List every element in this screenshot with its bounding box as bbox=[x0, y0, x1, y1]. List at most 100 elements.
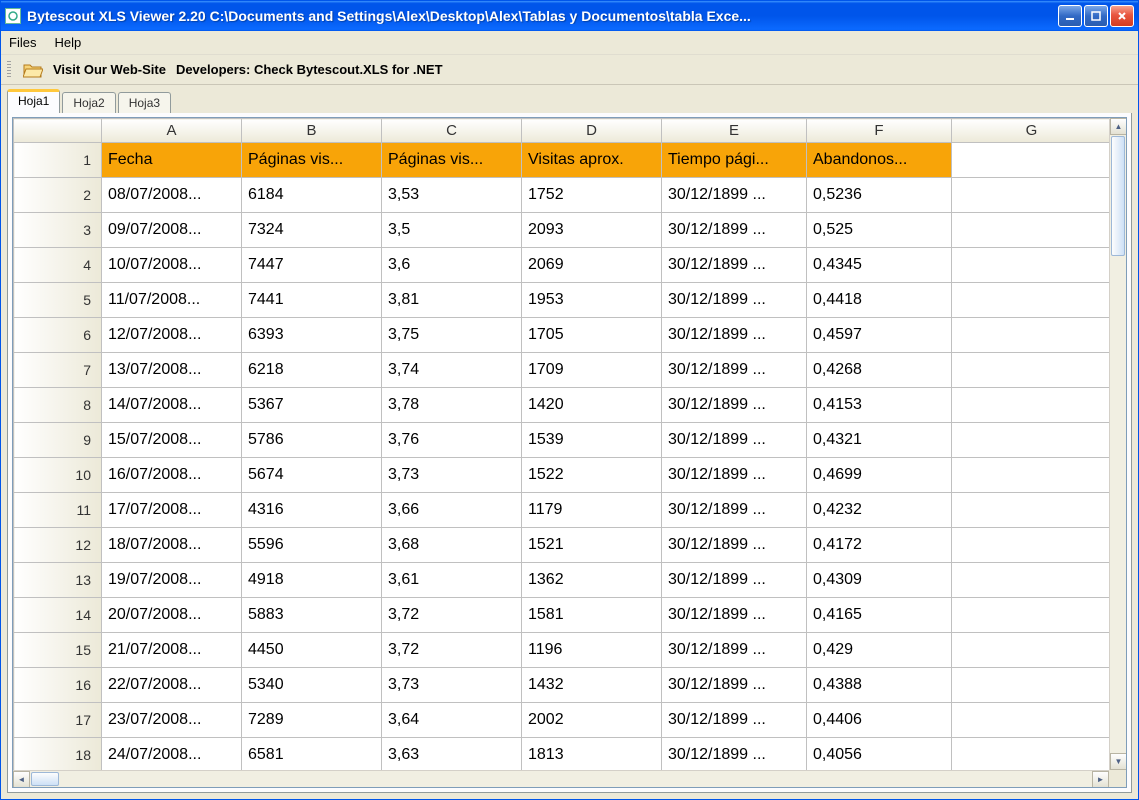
cell[interactable]: 22/07/2008... bbox=[102, 668, 242, 703]
cell[interactable]: Páginas vis... bbox=[382, 143, 522, 178]
cell[interactable]: 0,525 bbox=[807, 213, 952, 248]
cell[interactable]: 30/12/1899 ... bbox=[662, 703, 807, 738]
cell[interactable]: 3,73 bbox=[382, 458, 522, 493]
cell[interactable]: 21/07/2008... bbox=[102, 633, 242, 668]
cell[interactable] bbox=[952, 178, 1110, 213]
cell[interactable]: 6393 bbox=[242, 318, 382, 353]
cell[interactable]: 2069 bbox=[522, 248, 662, 283]
cell[interactable]: 0,4699 bbox=[807, 458, 952, 493]
cell[interactable]: 0,4597 bbox=[807, 318, 952, 353]
scroll-left-icon[interactable]: ◄ bbox=[13, 771, 30, 788]
menu-files[interactable]: Files bbox=[9, 35, 36, 50]
cell[interactable]: 5596 bbox=[242, 528, 382, 563]
open-file-icon[interactable] bbox=[23, 61, 43, 79]
cell[interactable]: 18/07/2008... bbox=[102, 528, 242, 563]
row-header[interactable]: 2 bbox=[14, 178, 102, 213]
cell[interactable] bbox=[952, 283, 1110, 318]
row-header[interactable]: 1 bbox=[14, 143, 102, 178]
cell[interactable]: 0,4056 bbox=[807, 738, 952, 771]
cell[interactable]: 1420 bbox=[522, 388, 662, 423]
row-header[interactable]: 13 bbox=[14, 563, 102, 598]
corner-header[interactable] bbox=[14, 119, 102, 143]
cell[interactable]: 3,81 bbox=[382, 283, 522, 318]
cell[interactable] bbox=[952, 563, 1110, 598]
row-header[interactable]: 14 bbox=[14, 598, 102, 633]
cell[interactable]: Fecha bbox=[102, 143, 242, 178]
cell[interactable]: 3,5 bbox=[382, 213, 522, 248]
cell[interactable]: 16/07/2008... bbox=[102, 458, 242, 493]
cell[interactable]: 3,6 bbox=[382, 248, 522, 283]
row-header[interactable]: 8 bbox=[14, 388, 102, 423]
cell[interactable]: 3,73 bbox=[382, 668, 522, 703]
cell[interactable]: 3,74 bbox=[382, 353, 522, 388]
cell[interactable]: 5883 bbox=[242, 598, 382, 633]
cell[interactable]: 5674 bbox=[242, 458, 382, 493]
cell[interactable]: 30/12/1899 ... bbox=[662, 598, 807, 633]
column-header-C[interactable]: C bbox=[382, 119, 522, 143]
cell[interactable]: 0,4232 bbox=[807, 493, 952, 528]
cell[interactable]: 0,4418 bbox=[807, 283, 952, 318]
scroll-right-icon[interactable]: ► bbox=[1092, 771, 1109, 788]
cell[interactable]: 30/12/1899 ... bbox=[662, 423, 807, 458]
column-header-E[interactable]: E bbox=[662, 119, 807, 143]
cell[interactable]: 30/12/1899 ... bbox=[662, 388, 807, 423]
cell[interactable]: 1581 bbox=[522, 598, 662, 633]
cell[interactable]: 11/07/2008... bbox=[102, 283, 242, 318]
column-header-A[interactable]: A bbox=[102, 119, 242, 143]
cell[interactable]: 12/07/2008... bbox=[102, 318, 242, 353]
cell[interactable]: 30/12/1899 ... bbox=[662, 633, 807, 668]
cell[interactable]: Visitas aprox. bbox=[522, 143, 662, 178]
cell[interactable]: 30/12/1899 ... bbox=[662, 283, 807, 318]
row-header[interactable]: 17 bbox=[14, 703, 102, 738]
cell[interactable]: 0,4165 bbox=[807, 598, 952, 633]
row-header[interactable]: 9 bbox=[14, 423, 102, 458]
cell[interactable]: 5340 bbox=[242, 668, 382, 703]
cell[interactable]: 2093 bbox=[522, 213, 662, 248]
cell[interactable]: 10/07/2008... bbox=[102, 248, 242, 283]
cell[interactable]: 3,76 bbox=[382, 423, 522, 458]
cell[interactable]: 3,64 bbox=[382, 703, 522, 738]
scroll-down-icon[interactable]: ▼ bbox=[1110, 753, 1127, 770]
cell[interactable]: 2002 bbox=[522, 703, 662, 738]
cell[interactable]: 0,4345 bbox=[807, 248, 952, 283]
grid-viewport[interactable]: ABCDEFG1FechaPáginas vis...Páginas vis..… bbox=[13, 118, 1109, 770]
cell[interactable]: 17/07/2008... bbox=[102, 493, 242, 528]
cell[interactable] bbox=[952, 633, 1110, 668]
row-header[interactable]: 6 bbox=[14, 318, 102, 353]
row-header[interactable]: 3 bbox=[14, 213, 102, 248]
cell[interactable]: 0,429 bbox=[807, 633, 952, 668]
cell[interactable]: 1539 bbox=[522, 423, 662, 458]
tab-hoja1[interactable]: Hoja1 bbox=[7, 89, 60, 113]
cell[interactable]: 3,68 bbox=[382, 528, 522, 563]
tab-hoja3[interactable]: Hoja3 bbox=[118, 92, 171, 113]
cell[interactable]: 0,5236 bbox=[807, 178, 952, 213]
cell[interactable] bbox=[952, 388, 1110, 423]
row-header[interactable]: 7 bbox=[14, 353, 102, 388]
cell[interactable] bbox=[952, 738, 1110, 771]
cell[interactable]: 1179 bbox=[522, 493, 662, 528]
cell[interactable]: 30/12/1899 ... bbox=[662, 738, 807, 771]
cell[interactable]: 1522 bbox=[522, 458, 662, 493]
tab-hoja2[interactable]: Hoja2 bbox=[62, 92, 115, 113]
cell[interactable]: 1953 bbox=[522, 283, 662, 318]
cell[interactable]: 3,78 bbox=[382, 388, 522, 423]
cell[interactable]: 3,53 bbox=[382, 178, 522, 213]
cell[interactable]: 15/07/2008... bbox=[102, 423, 242, 458]
cell[interactable] bbox=[952, 493, 1110, 528]
cell[interactable]: 30/12/1899 ... bbox=[662, 248, 807, 283]
visit-website-link[interactable]: Visit Our Web-Site bbox=[53, 62, 166, 77]
cell[interactable]: 30/12/1899 ... bbox=[662, 458, 807, 493]
titlebar[interactable]: Bytescout XLS Viewer 2.20 C:\Documents a… bbox=[1, 1, 1138, 31]
cell[interactable]: 3,72 bbox=[382, 633, 522, 668]
cell[interactable] bbox=[952, 668, 1110, 703]
cell[interactable]: 6184 bbox=[242, 178, 382, 213]
row-header[interactable]: 16 bbox=[14, 668, 102, 703]
cell[interactable]: 3,61 bbox=[382, 563, 522, 598]
cell[interactable]: 30/12/1899 ... bbox=[662, 668, 807, 703]
close-button[interactable] bbox=[1110, 5, 1134, 27]
cell[interactable]: 30/12/1899 ... bbox=[662, 563, 807, 598]
cell[interactable] bbox=[952, 248, 1110, 283]
cell[interactable]: 5786 bbox=[242, 423, 382, 458]
scroll-up-icon[interactable]: ▲ bbox=[1110, 118, 1127, 135]
cell[interactable]: Tiempo pági... bbox=[662, 143, 807, 178]
